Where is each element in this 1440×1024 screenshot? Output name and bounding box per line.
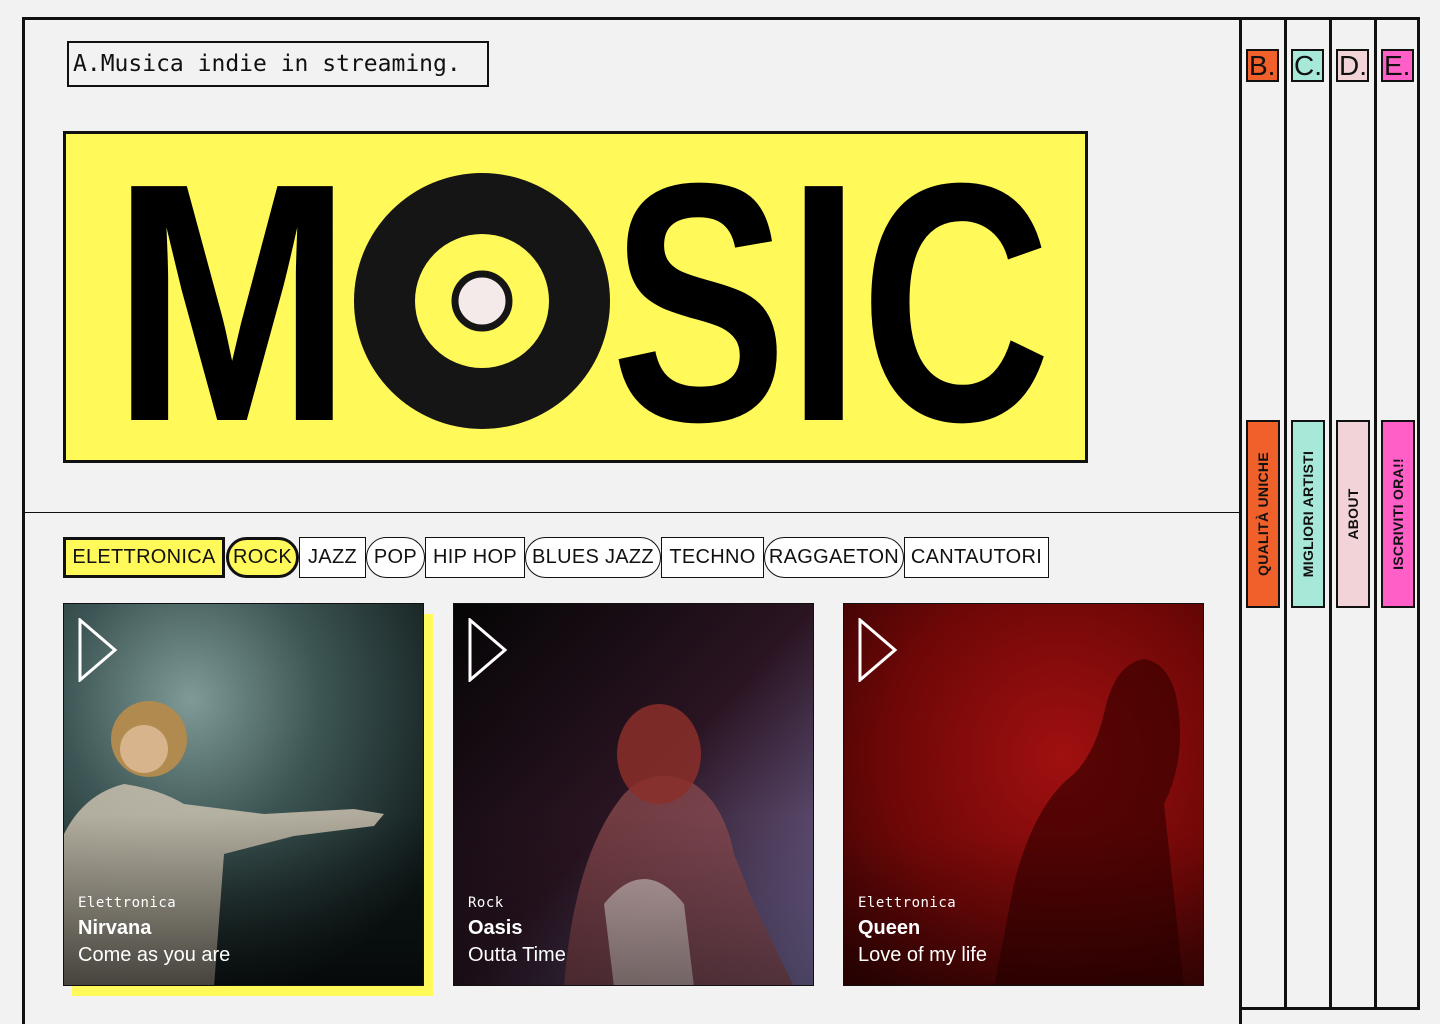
section-letter-c: C. xyxy=(1291,49,1324,82)
track-card-nirvana[interactable]: Elettronica Nirvana Come as you are xyxy=(63,603,424,986)
genre-tag-raggaeton[interactable]: RAGGAETON xyxy=(764,537,904,578)
track-artist: Oasis xyxy=(468,917,523,939)
vinyl-hole xyxy=(451,270,513,332)
track-title: Outta Time xyxy=(468,944,566,966)
track-info: Elettronica Queen Love of my life xyxy=(858,895,987,967)
play-icon[interactable] xyxy=(858,618,898,682)
logo-letters-sic: SIC xyxy=(611,134,1051,460)
genre-tag-pop[interactable]: POP xyxy=(366,537,425,578)
nav-tab-migliori-artisti[interactable]: MIGLIORI ARTISTI xyxy=(1291,420,1325,608)
section-letter-d: D. xyxy=(1336,49,1369,82)
genre-tag-blues-jazz[interactable]: BLUES JAZZ xyxy=(525,537,661,578)
logo-letter-m: M xyxy=(112,134,352,460)
genre-tag-cantautori[interactable]: CANTAUTORI xyxy=(904,537,1049,578)
section-letter-e: E. xyxy=(1381,49,1414,82)
track-card-queen[interactable]: Elettronica Queen Love of my life xyxy=(843,603,1204,986)
nav-tab-qualita-uniche[interactable]: QUALITÀ UNICHE xyxy=(1246,420,1280,608)
genre-tag-techno[interactable]: TECHNO xyxy=(661,537,764,578)
track-artist: Queen xyxy=(858,917,921,939)
section-letter-b: B. xyxy=(1246,49,1279,82)
track-card-oasis[interactable]: Rock Oasis Outta Time xyxy=(453,603,814,986)
track-genre: Elettronica xyxy=(858,895,957,911)
track-artist: Nirvana xyxy=(78,917,152,939)
track-info: Elettronica Nirvana Come as you are xyxy=(78,895,230,967)
play-icon[interactable] xyxy=(468,618,508,682)
track-genre: Elettronica xyxy=(78,895,177,911)
section-divider xyxy=(25,512,1240,513)
nav-tab-label: MIGLIORI ARTISTI xyxy=(1300,450,1316,578)
genre-tag-jazz[interactable]: JAZZ xyxy=(299,537,366,578)
track-info: Rock Oasis Outta Time xyxy=(468,895,566,967)
mosic-logo-graphic: M SIC xyxy=(112,134,1051,460)
genre-tag-rock[interactable]: ROCK xyxy=(226,537,299,578)
track-title: Love of my life xyxy=(858,944,987,966)
genre-tag-hip-hop[interactable]: HIP HOP xyxy=(425,537,525,578)
nav-tab-label: ABOUT xyxy=(1345,488,1361,540)
nav-tab-about[interactable]: ABOUT xyxy=(1336,420,1370,608)
genre-tag-elettronica[interactable]: ELETTRONICA xyxy=(63,537,225,578)
mosic-logo[interactable]: M SIC xyxy=(63,131,1088,463)
track-title: Come as you are xyxy=(78,944,231,966)
nav-tab-iscriviti-ora[interactable]: ISCRIVITI ORA!! xyxy=(1381,420,1415,608)
play-icon[interactable] xyxy=(78,618,118,682)
track-genre: Rock xyxy=(468,895,504,911)
tagline: A.Musica indie in streaming. xyxy=(67,41,489,87)
nav-tab-label: ISCRIVITI ORA!! xyxy=(1390,458,1406,570)
nav-tab-label: QUALITÀ UNICHE xyxy=(1255,452,1271,576)
